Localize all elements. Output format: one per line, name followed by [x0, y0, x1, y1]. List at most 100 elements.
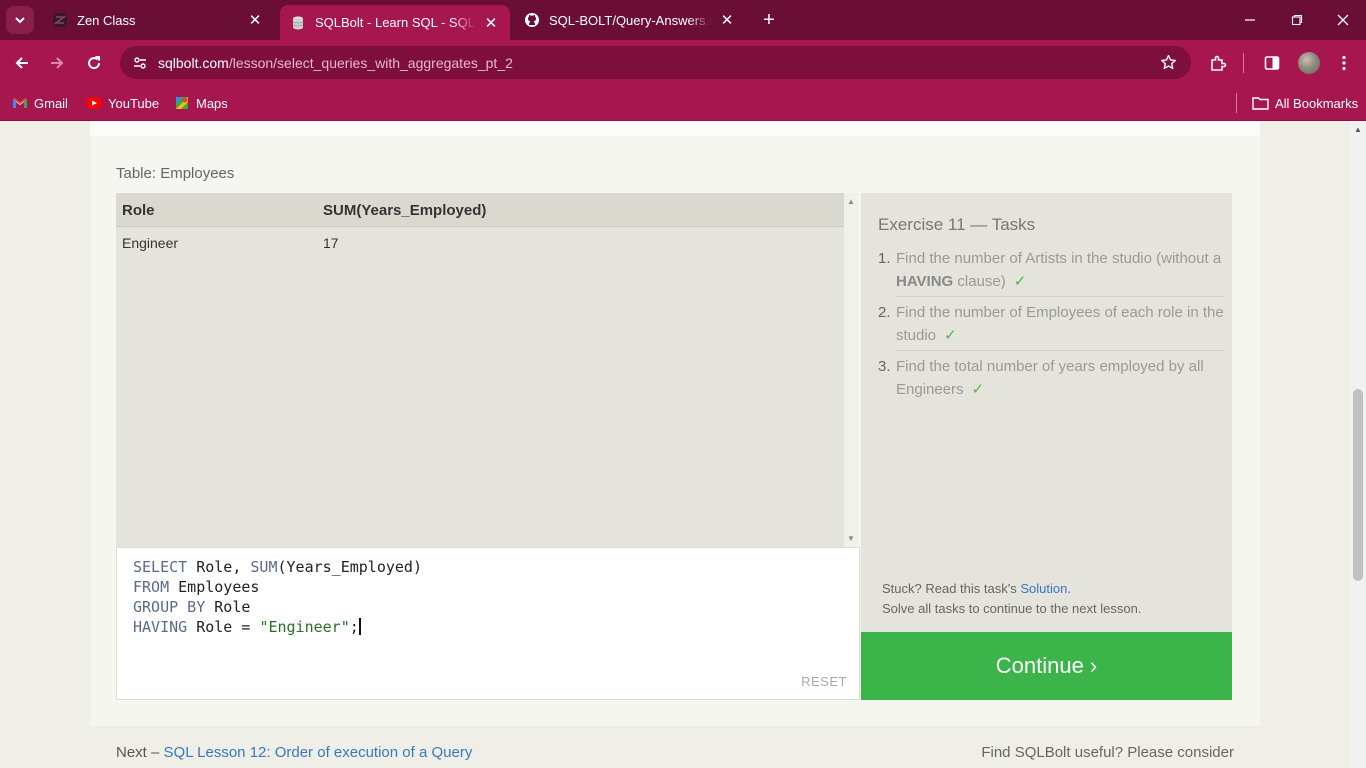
task-text: Find the total number of years employed … [896, 355, 1224, 401]
column-header-role: Role [122, 202, 155, 219]
scroll-up-arrow-icon[interactable]: ▲ [1354, 125, 1362, 134]
table-cell-sum: 17 [323, 235, 339, 251]
results-scrollbar[interactable]: ▲ ▼ [844, 193, 858, 547]
url-path: /lesson/select_queries_with_aggregates_p… [228, 54, 513, 71]
bookmark-label: Gmail [34, 95, 68, 111]
menu-kebab-icon[interactable] [1333, 52, 1355, 74]
next-lesson-link[interactable]: SQL Lesson 12: Order of execution of a Q… [164, 744, 473, 761]
sql-editor[interactable]: SELECT Role, SUM(Years_Employed) FROM Em… [116, 547, 860, 700]
next-lesson: Next – SQL Lesson 12: Order of execution… [116, 744, 472, 761]
zen-class-favicon-icon [52, 12, 68, 28]
support-text: Find SQLBolt useful? Please consider [981, 744, 1234, 761]
close-icon[interactable]: ✕ [718, 11, 736, 29]
bookmark-label: Maps [196, 95, 228, 111]
code-line-2: FROM Employees [133, 578, 259, 596]
maps-icon [174, 96, 190, 110]
gmail-icon [12, 96, 28, 110]
table-caption: Table: Employees [116, 165, 235, 182]
tab-search-button[interactable] [6, 6, 34, 34]
bookmarks-divider [1236, 93, 1237, 113]
url-host: sqlbolt.com [158, 54, 229, 71]
sql-keyword: SUM [250, 558, 278, 576]
tab-title: SQLBolt - Learn SQL - SQL Lesson 11: Que… [315, 15, 476, 30]
code-line-4: HAVING Role = "Engineer"; [133, 618, 361, 636]
column-header-sum: SUM(Years_Employed) [323, 202, 487, 219]
sql-text: Role, [187, 558, 251, 576]
sql-text: Employees [169, 578, 260, 596]
scrollbar-thumb[interactable] [1353, 389, 1363, 581]
youtube-icon [86, 96, 102, 110]
tab-title: SQL-BOLT/Query-Answers.sql at main [549, 12, 712, 28]
bookmarks-bar: Gmail YouTube Maps All Bookmarks [0, 85, 1366, 121]
page-viewport: Table: Employees Role SUM(Years_Employed… [0, 121, 1350, 768]
bookmark-gmail[interactable]: Gmail [12, 93, 68, 113]
code-line-3: GROUP BY Role [133, 598, 250, 616]
sql-keyword: GROUP BY [133, 598, 206, 616]
stuck-line: Stuck? Read this task's Solution. [882, 579, 1141, 599]
results-header-row: Role SUM(Years_Employed) [116, 193, 844, 227]
solution-link[interactable]: Solution [1020, 581, 1067, 596]
back-button[interactable] [9, 50, 35, 76]
sql-keyword: SELECT [133, 558, 188, 576]
sql-keyword: FROM [133, 578, 170, 596]
stuck-text: Stuck? Read this task's [882, 581, 1021, 596]
scroll-down-arrow-icon[interactable]: ▼ [847, 534, 855, 543]
page-scrollbar[interactable]: ▲ [1350, 121, 1366, 768]
task-text-bold: HAVING [896, 273, 954, 290]
all-bookmarks-label: All Bookmarks [1275, 95, 1359, 111]
toolbar-divider [1243, 53, 1244, 73]
browser-toolbar: sqlbolt.com/lesson/select_queries_with_a… [0, 40, 1366, 85]
scroll-up-arrow-icon[interactable]: ▲ [847, 197, 855, 206]
exercise-title: Exercise 11 — Tasks [878, 215, 1036, 234]
task-number: 2. [878, 304, 891, 321]
chevron-down-icon [15, 17, 25, 24]
side-panel-icon[interactable] [1261, 52, 1283, 74]
close-icon[interactable]: ✕ [482, 14, 500, 32]
tab-sqlbolt[interactable]: SQLBolt - Learn SQL - SQL Lesson 11: Que… [280, 5, 510, 40]
close-icon[interactable]: ✕ [246, 11, 264, 29]
github-icon [524, 12, 540, 28]
minimize-icon[interactable] [1238, 8, 1262, 32]
window-close-icon[interactable] [1331, 8, 1355, 32]
tab-strip: Zen Class ✕ SQLBolt - Learn SQL - SQL Le… [0, 0, 1366, 40]
task-number: 3. [878, 358, 891, 375]
restore-icon[interactable] [1285, 8, 1309, 32]
all-bookmarks-button[interactable]: All Bookmarks [1251, 93, 1358, 113]
code-line-1: SELECT Role, SUM(Years_Employed) [133, 558, 422, 576]
text-caret [358, 618, 361, 635]
arrow-right-icon [51, 57, 64, 69]
sql-keyword: HAVING [133, 618, 188, 636]
sql-text: ; [349, 618, 359, 636]
bookmark-youtube[interactable]: YouTube [86, 93, 159, 113]
forward-button[interactable] [44, 50, 70, 76]
task-text-part: Find the total number of years employed … [896, 358, 1204, 398]
task-text-part: clause) [953, 273, 1006, 290]
checkmark-icon: ✓ [1013, 273, 1027, 290]
checkmark-icon: ✓ [944, 327, 957, 344]
arrow-left-icon [15, 57, 28, 69]
new-tab-button[interactable]: + [757, 8, 781, 32]
extensions-icon[interactable] [1207, 52, 1229, 74]
reload-icon [88, 56, 101, 70]
tab-github[interactable]: SQL-BOLT/Query-Answers.sql at main ✕ [514, 5, 746, 35]
bookmark-star-icon[interactable] [1159, 53, 1177, 71]
sql-text: Role = [187, 618, 260, 636]
reset-button[interactable]: RESET [801, 674, 847, 689]
tab-zen-class[interactable]: Zen Class ✕ [42, 5, 274, 35]
task-number: 1. [878, 250, 891, 267]
task-text: Find the number of Artists in the studio… [896, 247, 1224, 293]
bookmark-label: YouTube [108, 95, 160, 111]
site-settings-icon[interactable] [130, 55, 150, 71]
address-bar[interactable]: sqlbolt.com/lesson/select_queries_with_a… [120, 46, 1191, 79]
continue-button[interactable]: Continue › [861, 632, 1232, 700]
sql-text: (Years_Employed) [277, 558, 423, 576]
task-item-3: 3. Find the total number of years employ… [878, 355, 1224, 401]
profile-avatar[interactable] [1298, 52, 1320, 74]
reload-button[interactable] [81, 50, 107, 76]
exercise-tasks-panel: Exercise 11 — Tasks 1. Find the number o… [861, 193, 1232, 632]
stuck-text: . [1067, 581, 1071, 596]
tab-title: Zen Class [77, 12, 136, 28]
bookmark-maps[interactable]: Maps [174, 93, 228, 113]
stuck-hint: Stuck? Read this task's Solution. Solve … [882, 579, 1141, 619]
table-cell-role: Engineer [122, 235, 179, 251]
